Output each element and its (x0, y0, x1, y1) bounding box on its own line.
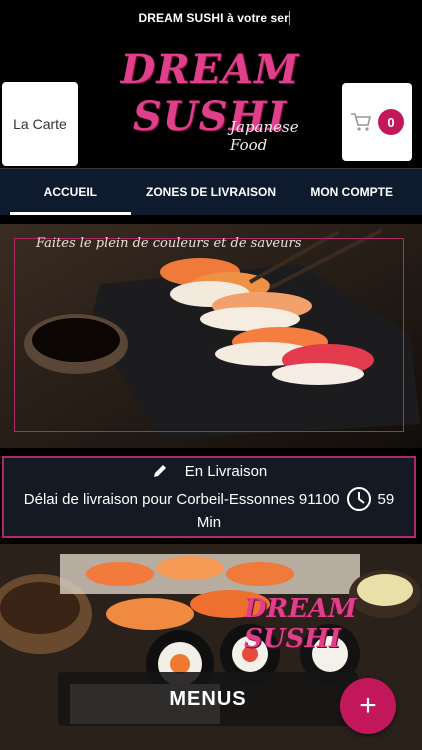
add-fab-button[interactable]: + (340, 678, 396, 734)
menus-logo-text: DREAM SUSHI (244, 594, 357, 654)
la-carte-button[interactable]: La Carte (2, 82, 78, 166)
menus-button[interactable]: MENUS (58, 672, 358, 726)
top-ticker-bar: DREAM SUSHI à votre servi (0, 0, 422, 36)
cart-icon (351, 113, 372, 131)
delivery-mode-label: En Livraison (184, 462, 268, 480)
main-nav: ACCUEIL ZONES DE LIVRAISON MON COMPTE (0, 168, 422, 215)
hero-caption: Faites le plein de couleurs et de saveur… (36, 236, 302, 251)
hero-frame (14, 238, 404, 432)
nav-tab-zones-livraison[interactable]: ZONES DE LIVRAISON (141, 169, 282, 215)
plus-icon: + (359, 689, 377, 722)
clock-icon (346, 487, 371, 511)
brand-logo[interactable]: DREAM SUSHI Japanese Food (110, 44, 310, 154)
nav-tab-mon-compte[interactable]: MON COMPTE (281, 169, 422, 215)
delivery-info-panel[interactable]: En Livraison Délai de livraison pour Cor… (2, 456, 416, 538)
pencil-icon[interactable] (151, 462, 169, 480)
delivery-minutes: 59 (377, 490, 395, 508)
nav-tab-accueil[interactable]: ACCUEIL (0, 169, 141, 215)
delivery-delay-row: Délai de livraison pour Corbeil-Essonnes… (4, 486, 414, 512)
header: La Carte DREAM SUSHI Japanese Food 0 (0, 36, 422, 168)
cart-button[interactable]: 0 (342, 83, 412, 161)
cart-count-badge: 0 (378, 109, 404, 135)
hero-banner[interactable]: Faites le plein de couleurs et de saveur… (0, 224, 422, 448)
ticker-text: DREAM SUSHI à votre servi (133, 11, 290, 25)
delivery-mode-row[interactable]: En Livraison (4, 462, 414, 480)
delivery-minutes-unit: Min (196, 514, 222, 531)
delivery-delay-text: Délai de livraison pour Corbeil-Essonnes… (23, 490, 340, 508)
logo-subtitle: Japanese Food (230, 118, 299, 154)
